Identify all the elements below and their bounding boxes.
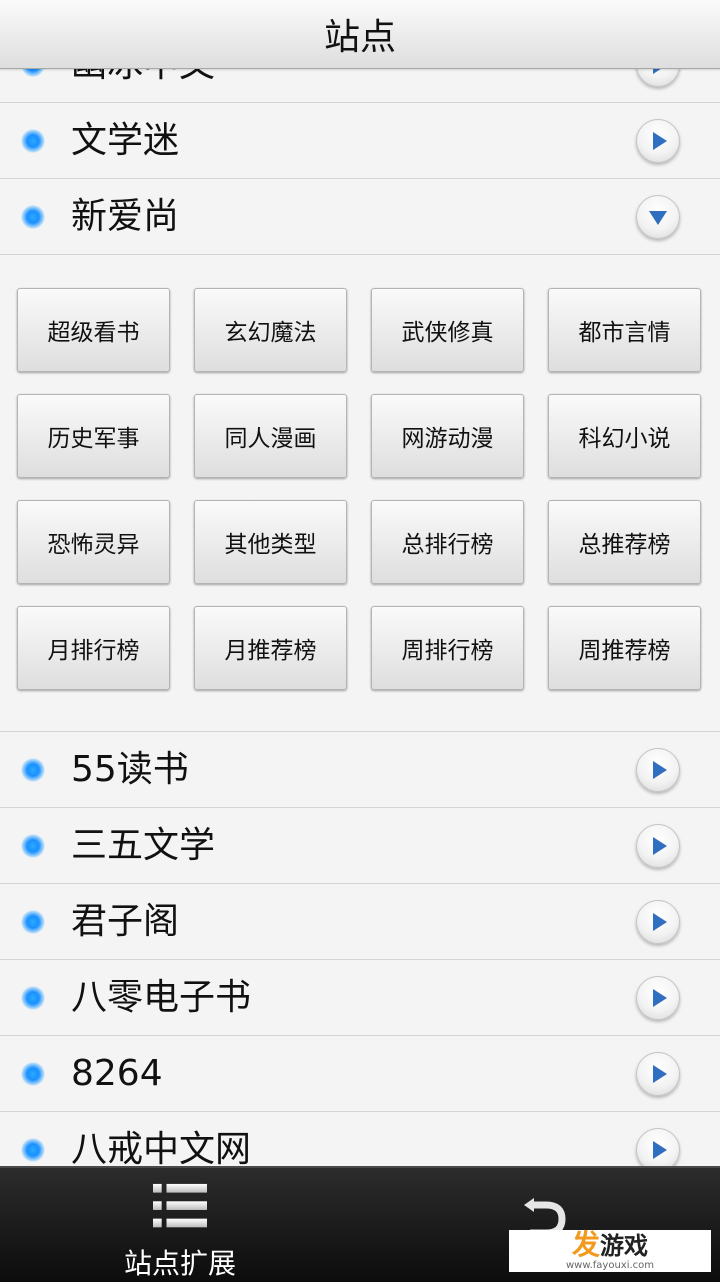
tab-label: 站点扩展	[123, 1247, 236, 1280]
site-row[interactable]: 三五文学	[0, 808, 720, 884]
expand-arrow-button[interactable]	[636, 899, 680, 944]
site-row[interactable]: 幽冰中文	[0, 69, 720, 103]
play-arrow-icon	[653, 836, 667, 855]
site-list-scroll: 幽冰中文 文学迷 新爱尚 超级看书 玄幻魔法 武侠修真 都市言情	[0, 69, 720, 1166]
category-button[interactable]: 网游动漫	[371, 394, 524, 478]
list-icon	[153, 1183, 207, 1228]
watermark-url: www.fayouxi.com	[565, 1260, 655, 1271]
category-button[interactable]: 月推荐榜	[194, 606, 347, 690]
site-row[interactable]: 君子阁	[0, 884, 720, 960]
down-arrow-icon	[649, 210, 667, 225]
category-button[interactable]: 恐怖灵异	[17, 500, 170, 584]
category-panel: 超级看书 玄幻魔法 武侠修真 都市言情 历史军事 同人漫画 网游动漫 科幻小说 …	[0, 255, 720, 732]
expand-arrow-button[interactable]	[636, 1051, 680, 1096]
bullet-dot-icon	[21, 1061, 45, 1086]
site-name: 八零电子书	[71, 976, 252, 1018]
category-button[interactable]: 玄幻魔法	[194, 288, 347, 372]
expand-arrow-button[interactable]	[636, 975, 680, 1020]
play-arrow-icon	[653, 1064, 667, 1083]
watermark-brand-b: 游戏	[600, 1232, 648, 1260]
play-arrow-icon	[653, 69, 660, 74]
site-name: 君子阁	[71, 900, 180, 942]
category-button[interactable]: 科幻小说	[548, 394, 701, 478]
bullet-dot-icon	[21, 757, 45, 782]
site-name: 8264	[71, 1052, 163, 1094]
bullet-dot-icon	[21, 69, 45, 77]
play-arrow-icon	[653, 1140, 667, 1159]
site-name: 55读书	[71, 748, 189, 790]
site-row-expanded[interactable]: 新爱尚	[0, 179, 720, 255]
bullet-dot-icon	[21, 128, 45, 153]
category-button[interactable]: 同人漫画	[194, 394, 347, 478]
category-button[interactable]: 周排行榜	[371, 606, 524, 690]
site-row[interactable]: 55读书	[0, 732, 720, 808]
category-button[interactable]: 总推荐榜	[548, 500, 701, 584]
site-list[interactable]: 幽冰中文 文学迷 新爱尚 超级看书 玄幻魔法 武侠修真 都市言情	[0, 69, 720, 1166]
category-button[interactable]: 超级看书	[17, 288, 170, 372]
play-arrow-icon	[653, 760, 667, 779]
site-name: 文学迷	[71, 119, 180, 161]
category-grid: 超级看书 玄幻魔法 武侠修真 都市言情 历史军事 同人漫画 网游动漫 科幻小说 …	[17, 288, 701, 690]
category-button[interactable]: 武侠修真	[371, 288, 524, 372]
site-row[interactable]: 八戒中文网	[0, 1112, 720, 1166]
category-button[interactable]: 月排行榜	[17, 606, 170, 690]
title-bar: 站点	[0, 0, 720, 69]
category-button[interactable]: 历史军事	[17, 394, 170, 478]
site-name: 幽冰中文	[71, 69, 215, 83]
category-button[interactable]: 都市言情	[548, 288, 701, 372]
bullet-dot-icon	[21, 909, 45, 934]
play-arrow-icon	[653, 988, 667, 1007]
play-arrow-icon	[653, 131, 667, 150]
category-button[interactable]: 总排行榜	[371, 500, 524, 584]
bullet-dot-icon	[21, 833, 45, 858]
site-name: 八戒中文网	[71, 1128, 252, 1166]
watermark-logo: 发游戏 www.fayouxi.com	[509, 1230, 711, 1272]
bullet-dot-icon	[21, 1137, 45, 1162]
collapse-arrow-button[interactable]	[636, 194, 680, 239]
tab-site-extension[interactable]: 站点扩展	[50, 1168, 310, 1282]
category-button[interactable]: 周推荐榜	[548, 606, 701, 690]
expand-arrow-button[interactable]	[636, 823, 680, 868]
site-row[interactable]: 文学迷	[0, 103, 720, 179]
bullet-dot-icon	[21, 985, 45, 1010]
site-row[interactable]: 八零电子书	[0, 960, 720, 1036]
bullet-dot-icon	[21, 204, 45, 229]
site-row[interactable]: 8264	[0, 1036, 720, 1112]
watermark-brand-a: 发	[571, 1228, 600, 1261]
site-name: 三五文学	[71, 824, 216, 866]
site-name: 新爱尚	[71, 195, 180, 237]
expand-arrow-button[interactable]	[636, 69, 680, 87]
play-arrow-icon	[653, 912, 667, 931]
expand-arrow-button[interactable]	[636, 1127, 680, 1166]
page-title: 站点	[323, 17, 396, 58]
expand-arrow-button[interactable]	[636, 747, 680, 792]
category-button[interactable]: 其他类型	[194, 500, 347, 584]
expand-arrow-button[interactable]	[636, 118, 680, 163]
